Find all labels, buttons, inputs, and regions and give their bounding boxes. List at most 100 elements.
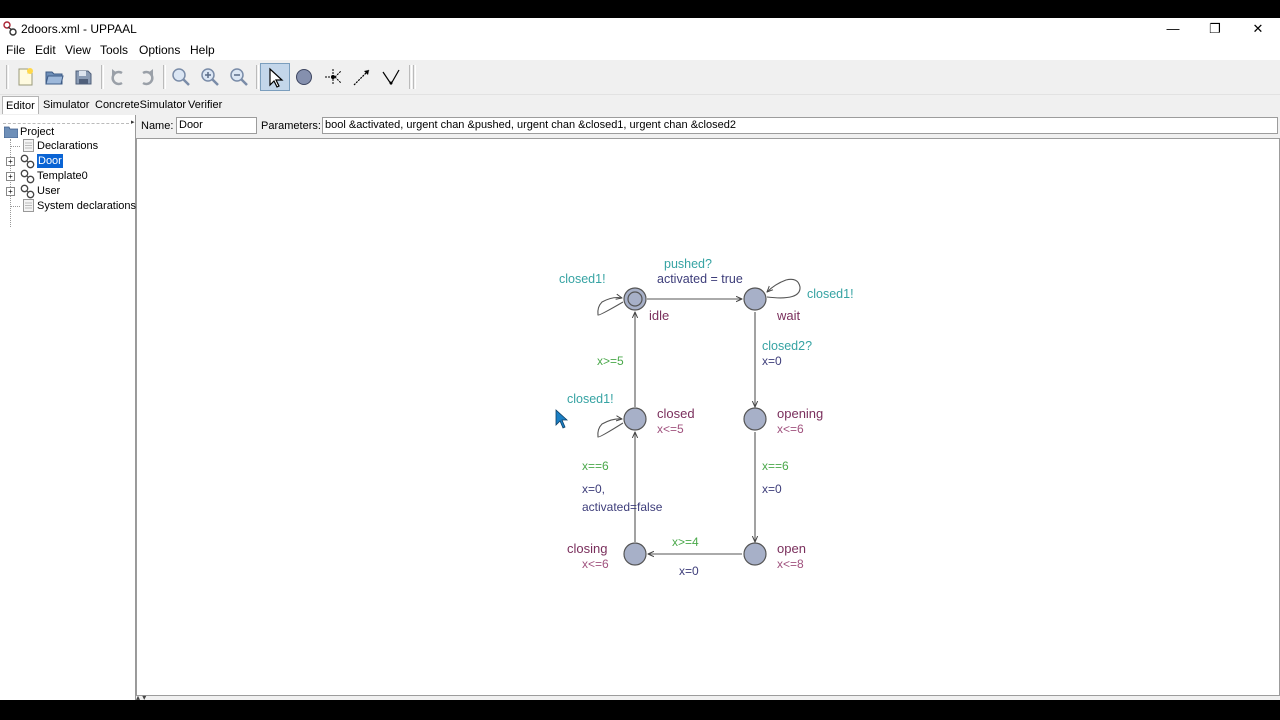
- template-icon: [20, 184, 35, 199]
- toolbar-separator: [101, 65, 104, 89]
- edge-update-label: x=0,: [582, 482, 605, 496]
- edge-guard-label: x>=4: [672, 535, 699, 549]
- tree-template-user[interactable]: User: [37, 184, 60, 198]
- location-wait[interactable]: [743, 287, 767, 311]
- location-name: closed: [657, 406, 695, 421]
- tree-project[interactable]: Project: [20, 125, 54, 139]
- document-icon: [23, 199, 34, 212]
- edge-sync-label: closed1!: [567, 392, 614, 406]
- tree-template-template0[interactable]: Template0: [37, 169, 88, 183]
- tab-concrete-simulator[interactable]: ConcreteSimulator: [92, 96, 189, 114]
- template-header: Name: Door Parameters: bool &activated, …: [136, 115, 1280, 137]
- tree-connector: [10, 206, 20, 207]
- select-tool-icon[interactable]: [260, 63, 290, 91]
- title-bar: 2doors.xml - UPPAAL — ❐ ✕: [0, 18, 1280, 40]
- location-closed[interactable]: [623, 407, 647, 431]
- toolbar-separator: [256, 65, 259, 89]
- location-invariant: x<=5: [657, 422, 684, 436]
- project-tree: Project Declarations + Door + Template0 …: [0, 115, 136, 700]
- location-invariant: x<=6: [777, 422, 804, 436]
- location-idle[interactable]: [623, 287, 647, 311]
- tab-verifier[interactable]: Verifier: [185, 96, 225, 114]
- minimize-button[interactable]: —: [1152, 18, 1194, 40]
- toolbar-separator: [163, 65, 166, 89]
- menu-help[interactable]: Help: [190, 43, 215, 57]
- menu-file[interactable]: File: [6, 43, 25, 57]
- location-name: opening: [777, 406, 823, 421]
- location-open[interactable]: [743, 542, 767, 566]
- expand-toggle[interactable]: +: [6, 157, 15, 166]
- expand-toggle[interactable]: +: [6, 187, 15, 196]
- menu-options[interactable]: Options: [139, 43, 180, 57]
- expand-toggle[interactable]: +: [6, 172, 15, 181]
- mouse-cursor-icon: [555, 409, 569, 429]
- location-name: idle: [649, 308, 669, 323]
- tree-connector: [10, 146, 20, 147]
- uppaal-logo-icon: [3, 21, 17, 36]
- save-icon[interactable]: [70, 64, 96, 90]
- nail-tool-icon[interactable]: [378, 64, 404, 90]
- toolbar-grip[interactable]: [6, 65, 9, 89]
- zoom-fit-icon[interactable]: [168, 64, 194, 90]
- location-name: open: [777, 541, 806, 556]
- location-opening[interactable]: [743, 407, 767, 431]
- folder-icon: [4, 126, 18, 138]
- collapse-arrow-icon[interactable]: ▸: [131, 118, 135, 126]
- zoom-in-icon[interactable]: [197, 64, 223, 90]
- main-tabs: Editor Simulator ConcreteSimulator Verif…: [0, 94, 1280, 114]
- tab-editor[interactable]: Editor: [2, 96, 39, 114]
- edge-update-label: activated = true: [657, 272, 743, 286]
- edge-guard-label: x==6: [762, 459, 789, 473]
- edge-guard-label: x>=5: [597, 354, 624, 368]
- close-button[interactable]: ✕: [1237, 18, 1279, 40]
- uppaal-window: 2doors.xml - UPPAAL — ❐ ✕ File Edit View…: [0, 18, 1280, 702]
- tree-template-door[interactable]: Door: [37, 154, 63, 168]
- template-icon: [20, 169, 35, 184]
- location-name: wait: [776, 308, 801, 323]
- template-name-input[interactable]: Door: [176, 117, 257, 134]
- edge-sync-label: closed2?: [762, 339, 812, 353]
- location-closing[interactable]: [623, 542, 647, 566]
- edge-sync-label: closed1!: [559, 272, 606, 286]
- location-tool-icon[interactable]: [291, 64, 317, 90]
- location-invariant: x<=8: [777, 557, 804, 571]
- template-canvas[interactable]: idle wait closed x<=5 opening x<=6 closi…: [136, 138, 1280, 696]
- edge-update-label: x=0: [762, 482, 782, 496]
- edge-wait-self[interactable]: [767, 278, 801, 299]
- tree-top-divider: [3, 123, 129, 124]
- edge-idle-self[interactable]: [597, 298, 624, 316]
- open-folder-icon[interactable]: [41, 64, 67, 90]
- toolbar: [0, 60, 1280, 95]
- location-invariant: x<=6: [582, 557, 609, 571]
- edge-update-label: x=0: [762, 354, 782, 368]
- toolbar-separator: [413, 65, 416, 89]
- undo-icon[interactable]: [105, 64, 131, 90]
- restore-button[interactable]: ❐: [1194, 18, 1236, 40]
- menu-bar: File Edit View Tools Options Help: [0, 40, 1280, 60]
- new-document-icon[interactable]: [12, 64, 38, 90]
- branchpoint-tool-icon[interactable]: [320, 64, 346, 90]
- toolbar-separator: [409, 65, 412, 89]
- tree-system-declarations[interactable]: System declarations: [37, 199, 136, 213]
- document-icon: [23, 139, 34, 152]
- edge-sync-label: pushed?: [664, 257, 712, 271]
- template-parameters-input[interactable]: bool &activated, urgent chan &pushed, ur…: [322, 117, 1278, 134]
- edge-closed-self[interactable]: [597, 419, 624, 438]
- edge-update-label: activated=false: [582, 500, 663, 514]
- menu-tools[interactable]: Tools: [100, 43, 128, 57]
- tab-simulator[interactable]: Simulator: [40, 96, 92, 114]
- zoom-out-icon[interactable]: [226, 64, 252, 90]
- edge-guard-label: x==6: [582, 459, 609, 473]
- redo-icon[interactable]: [134, 64, 160, 90]
- edge-tool-icon[interactable]: [349, 64, 375, 90]
- window-title: 2doors.xml - UPPAAL: [21, 22, 137, 36]
- template-icon: [20, 154, 35, 169]
- tree-declarations[interactable]: Declarations: [37, 139, 98, 153]
- parameters-label: Parameters:: [261, 120, 321, 132]
- tree-connector: [10, 139, 11, 227]
- menu-view[interactable]: View: [65, 43, 91, 57]
- automaton-diagram: idle wait closed x<=5 opening x<=6 closi…: [555, 257, 854, 578]
- menu-edit[interactable]: Edit: [35, 43, 56, 57]
- screen-bottom-bar: [0, 700, 1280, 720]
- name-label: Name:: [141, 120, 174, 132]
